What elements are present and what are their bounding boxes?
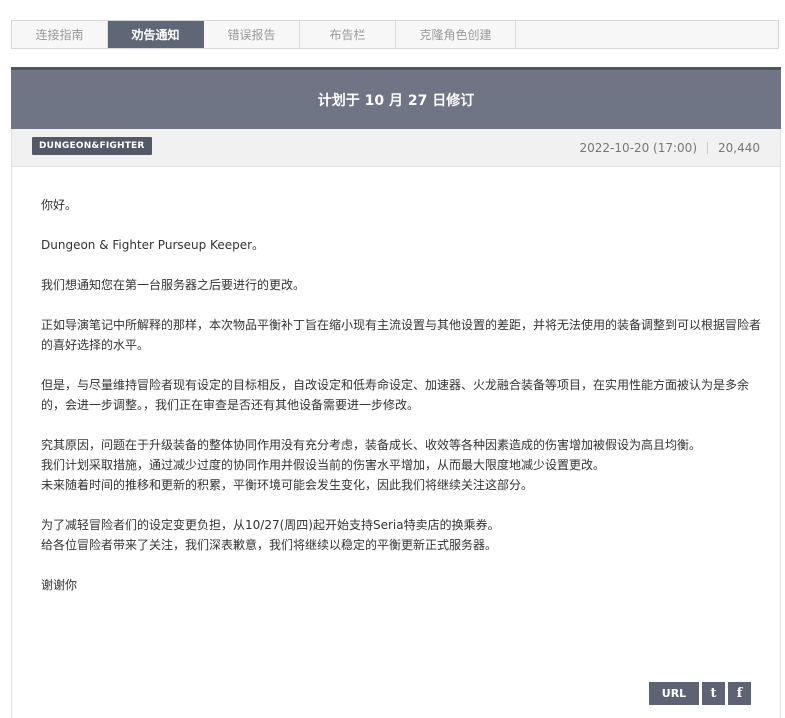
game-tag: DUNGEON&FIGHTER — [32, 137, 152, 155]
article-meta: 2022-10-20 (17:00) 20,440 — [580, 129, 761, 167]
twitter-icon[interactable]: t — [702, 682, 725, 705]
view-count: 20,440 — [718, 141, 760, 155]
article-paragraph: 谢谢你 — [41, 575, 761, 595]
tab-bulletin-board[interactable]: 布告栏 — [300, 21, 396, 48]
article-title-bar: 计划于 10 月 27 日修订 — [11, 67, 781, 129]
tab-bug-report[interactable]: 错误报告 — [204, 21, 300, 48]
paragraph-line: 正如导演笔记中所解释的那样，本次物品平衡补丁旨在缩小现有主流设置与其他设置的差距… — [41, 318, 762, 352]
share-buttons: URL t f — [649, 682, 751, 705]
meta-divider — [707, 142, 708, 154]
tab-notices[interactable]: 劝告通知 — [108, 21, 204, 48]
article-paragraph: 你好。 — [41, 195, 761, 215]
article-paragraph: 我们想通知您在第一台服务器之后要进行的更改。 — [41, 275, 761, 295]
paragraph-line: 我们想通知您在第一台服务器之后要进行的更改。 — [41, 278, 306, 292]
paragraph-line: 谢谢你 — [41, 578, 78, 592]
article-paragraph: 为了减轻冒险者们的设定变更负担，从10/27(周四)起开始支持Seria特卖店的… — [41, 515, 761, 555]
paragraph-line: 未来随着时间的推移和更新的积累，平衡环境可能会发生变化，因此我们将继续关注这部分… — [41, 478, 534, 492]
article-paragraph: 正如导演笔记中所解释的那样，本次物品平衡补丁旨在缩小现有主流设置与其他设置的差距… — [41, 315, 761, 355]
paragraph-line: 我们计划采取措施，通过减少过度的协同作用并假设当前的伤害水平增加，从而最大限度地… — [41, 458, 606, 472]
article-paragraph: 究其原因，问题在于升级装备的整体协同作用没有充分考虑，装备成长、收效等各种因素造… — [41, 435, 761, 495]
article-title: 计划于 10 月 27 日修订 — [317, 92, 475, 109]
paragraph-line: 你好。 — [41, 198, 78, 212]
copy-url-button[interactable]: URL — [649, 682, 699, 705]
tab-connection-guide[interactable]: 连接指南 — [12, 21, 108, 48]
article-content: 你好。 Dungeon & Fighter Purseup Keeper。我们想通… — [11, 167, 781, 718]
article-paragraph: 但是，与尽量维持冒险者现有设定的目标相反，自改设定和低寿命设定、加速器、火龙融合… — [41, 375, 761, 415]
article-body: 你好。 Dungeon & Fighter Purseup Keeper。我们想通… — [41, 195, 761, 615]
board-tabs: 连接指南 劝告通知 错误报告 布告栏 克隆角色创建 — [11, 20, 779, 49]
article-paragraph: Dungeon & Fighter Purseup Keeper。 — [41, 235, 761, 255]
article-meta-bar: DUNGEON&FIGHTER 2022-10-20 (17:00) 20,44… — [11, 129, 781, 167]
tab-clone-character[interactable]: 克隆角色创建 — [396, 21, 516, 48]
paragraph-line: 为了减轻冒险者们的设定变更负担，从10/27(周四)起开始支持Seria特卖店的… — [41, 518, 500, 532]
article-date: 2022-10-20 (17:00) — [579, 141, 698, 155]
paragraph-line: 给各位冒险者带来了关注，我们深表歉意，我们将继续以稳定的平衡更新正式服务器。 — [41, 538, 498, 552]
paragraph-line: Dungeon & Fighter Purseup Keeper。 — [41, 238, 265, 252]
paragraph-line: 但是，与尽量维持冒险者现有设定的目标相反，自改设定和低寿命设定、加速器、火龙融合… — [41, 378, 750, 412]
paragraph-line: 究其原因，问题在于升级装备的整体协同作用没有充分考虑，装备成长、收效等各种因素造… — [41, 438, 702, 452]
facebook-icon[interactable]: f — [728, 682, 751, 705]
